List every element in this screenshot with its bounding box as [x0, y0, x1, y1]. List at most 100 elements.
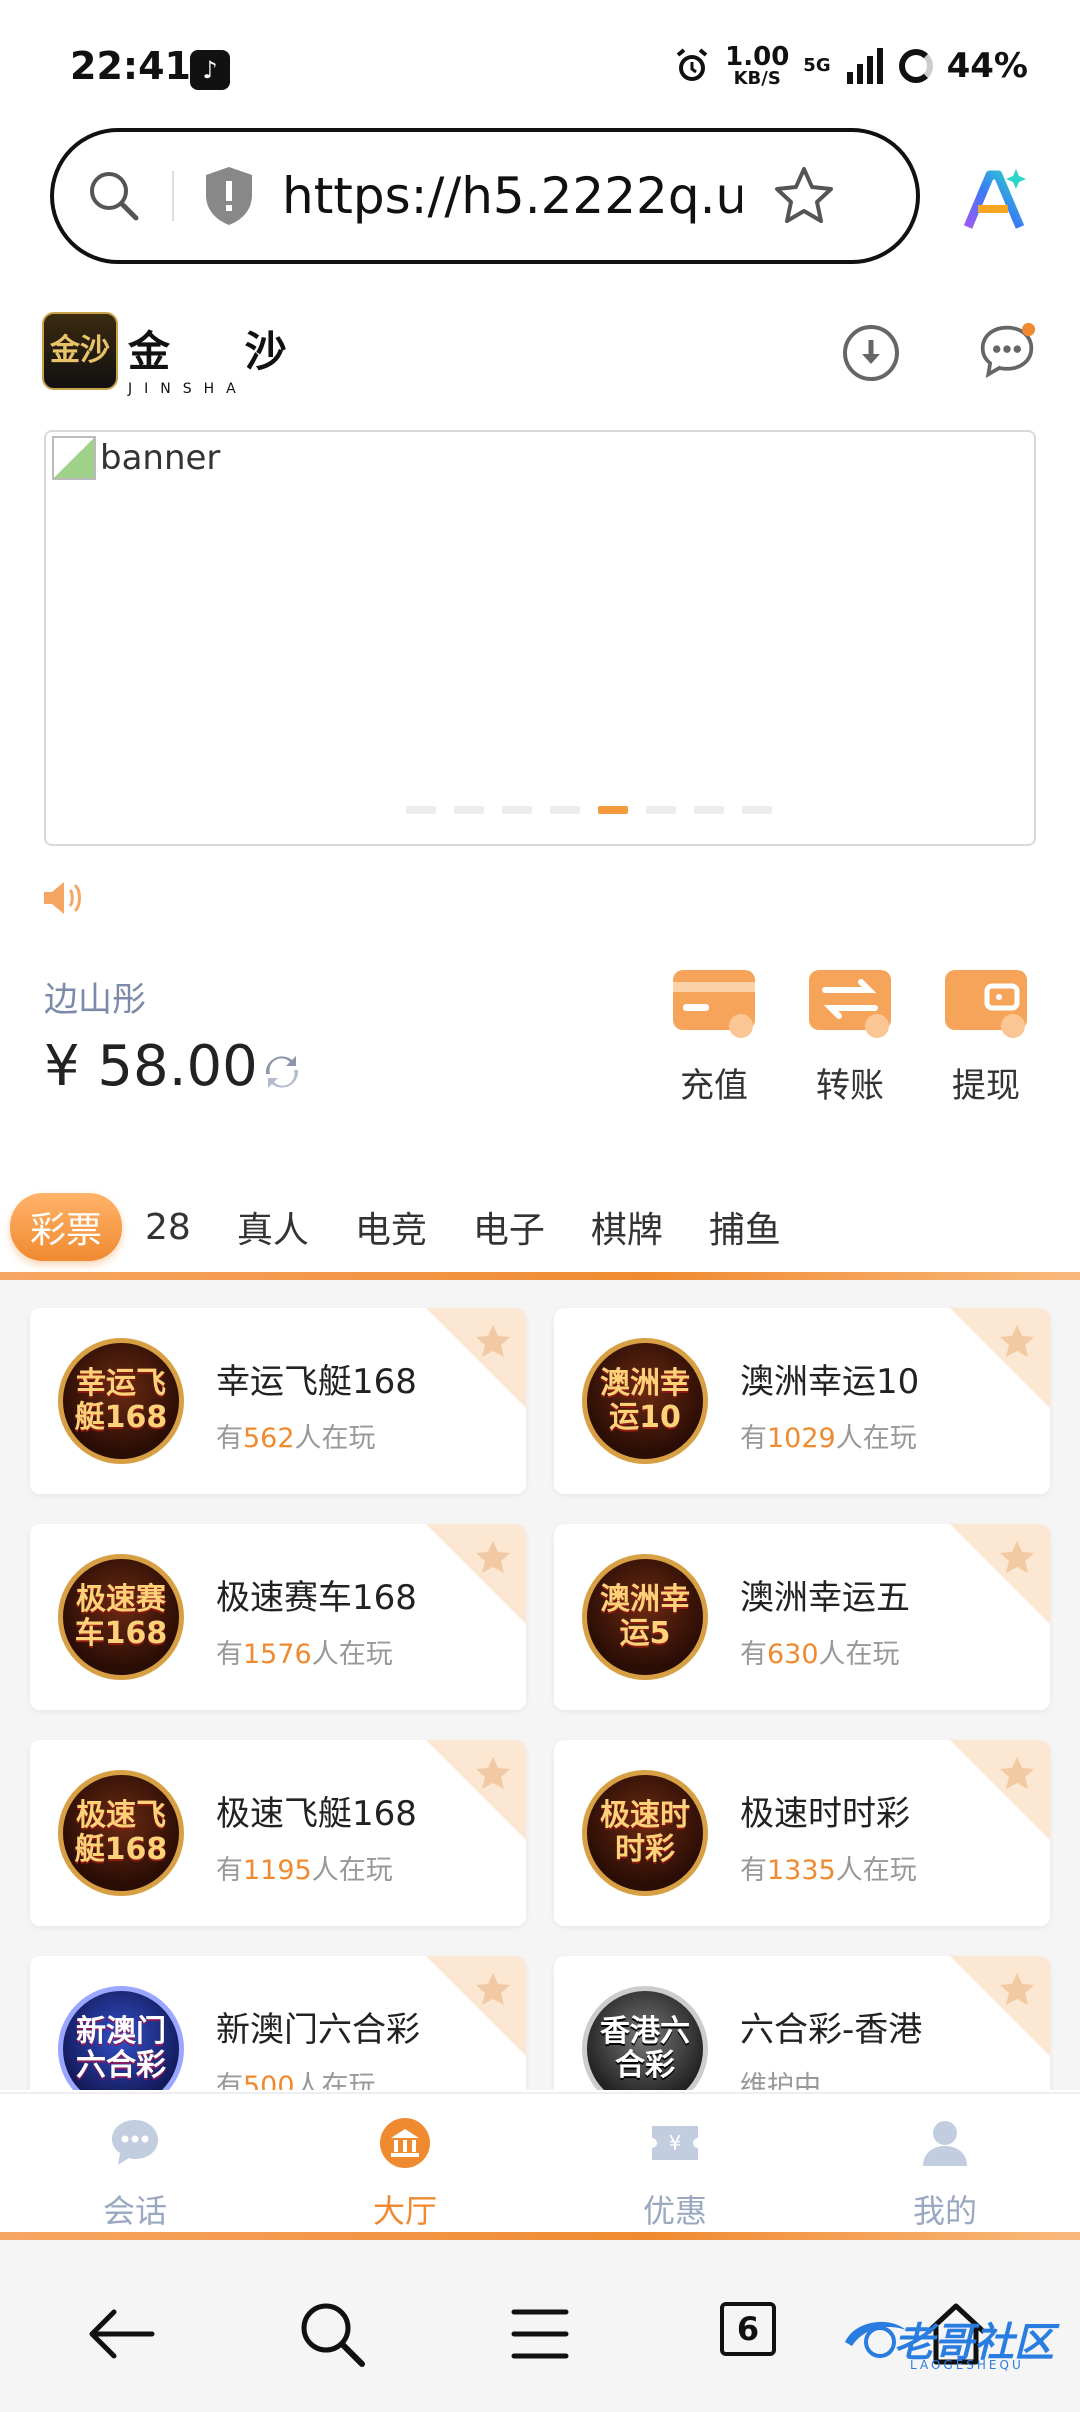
tabs-count-button[interactable]: 6 — [720, 2302, 776, 2356]
brand-name-cn: 金 沙 — [128, 327, 317, 376]
favorite-star-icon[interactable] — [474, 1322, 512, 1360]
nav-hall[interactable]: 大厅 — [270, 2094, 540, 2234]
game-icon: 极速赛车168 — [58, 1554, 184, 1680]
tab-lottery[interactable]: 彩票 — [10, 1193, 123, 1261]
game-card[interactable]: 澳洲幸运5 澳洲幸运五 有630人在玩 — [554, 1524, 1050, 1710]
nav-chat[interactable]: 会话 — [0, 2094, 270, 2234]
tab-live[interactable]: 真人 — [214, 1201, 332, 1253]
site-watermark: 老哥社区 LAOGESHEQU — [840, 2306, 1070, 2376]
player-count: 有500人在玩 — [216, 2071, 376, 2090]
transfer-button[interactable]: 转账 — [800, 966, 900, 1107]
player-count: 有562人在玩 — [216, 1423, 376, 1454]
game-icon: 极速飞艇168 — [58, 1770, 184, 1896]
alarm-icon — [676, 48, 708, 81]
user-icon — [923, 2121, 967, 2166]
security-shield-icon[interactable] — [202, 165, 256, 227]
game-card[interactable]: 幸运飞艇168 幸运飞艇168 有562人在玩 — [30, 1308, 526, 1494]
message-icon[interactable] — [978, 322, 1036, 380]
game-name: 新澳门六合彩 — [216, 2010, 420, 2050]
ai-assistant-icon[interactable] — [960, 165, 1030, 235]
game-name: 六合彩-香港 — [740, 2010, 923, 2050]
game-icon: 幸运飞艇168 — [58, 1338, 184, 1464]
nav-profile[interactable]: 我的 — [810, 2094, 1080, 2234]
game-card[interactable]: 新澳门六合彩 新澳门六合彩 有500人在玩 — [30, 1956, 526, 2090]
balance-amount: ¥ 58.00 — [44, 1034, 258, 1099]
withdraw-button[interactable]: 提现 — [936, 966, 1036, 1107]
hall-icon — [380, 2118, 430, 2168]
status-icons: 1.00 KB/S 5G 44% — [673, 44, 1028, 88]
brand-name-en: JINSHA — [128, 381, 248, 397]
chat-icon — [112, 2120, 158, 2165]
carousel-indicators — [406, 806, 772, 814]
favorite-star-icon[interactable] — [998, 1322, 1036, 1360]
game-list: 幸运飞艇168 幸运飞艇168 有562人在玩 澳洲幸运10 澳洲幸运10 有1… — [0, 1280, 1080, 2090]
carousel-dot[interactable] — [454, 806, 484, 814]
game-card[interactable]: 澳洲幸运10 澳洲幸运10 有1029人在玩 — [554, 1308, 1050, 1494]
nav-promotions[interactable]: ¥ 优惠 — [540, 2094, 810, 2234]
signal-icon — [846, 48, 883, 84]
deposit-button[interactable]: 充值 — [664, 966, 764, 1107]
carousel-dot[interactable] — [502, 806, 532, 814]
search-icon[interactable] — [296, 2298, 368, 2370]
bottom-nav: 会话 大厅 ¥ 优惠 我的 — [0, 2092, 1080, 2234]
browser-toolbar: 6 老哥社区 LAOGESHEQU — [0, 2240, 1080, 2412]
battery-icon — [898, 49, 933, 83]
tab-slots[interactable]: 电子 — [450, 1201, 568, 1253]
bookmark-star-icon[interactable] — [772, 164, 836, 228]
favorite-star-icon[interactable] — [474, 1754, 512, 1792]
brand-logo: 金沙 — [42, 312, 118, 390]
carousel-dot[interactable] — [406, 806, 436, 814]
game-card[interactable]: 极速时时彩 极速时时彩 有1335人在玩 — [554, 1740, 1050, 1926]
refresh-balance-icon[interactable] — [262, 1052, 302, 1092]
tab-28[interactable]: 28 — [122, 1207, 214, 1248]
banner-carousel[interactable]: banner — [44, 430, 1036, 846]
maintenance-status: 维护中 — [740, 2071, 821, 2090]
tab-fishing[interactable]: 捕鱼 — [686, 1201, 804, 1253]
game-icon: 澳洲幸运10 — [582, 1338, 708, 1464]
favorite-star-icon[interactable] — [998, 1754, 1036, 1792]
divider — [172, 171, 174, 221]
download-icon[interactable] — [842, 324, 900, 382]
favorite-star-icon[interactable] — [474, 1970, 512, 2008]
carousel-dot[interactable] — [646, 806, 676, 814]
svg-text:¥: ¥ — [669, 2131, 682, 2155]
player-count: 有1576人在玩 — [216, 1639, 393, 1670]
carousel-dot[interactable] — [694, 806, 724, 814]
favorite-star-icon[interactable] — [998, 1970, 1036, 2008]
announcement-speaker-icon[interactable] — [40, 878, 84, 918]
url-text[interactable]: https://h5.2222q.us... — [282, 167, 742, 225]
carousel-dot[interactable] — [550, 806, 580, 814]
game-card[interactable]: 极速飞艇168 极速飞艇168 有1195人在玩 — [30, 1740, 526, 1926]
carousel-dot[interactable] — [742, 806, 772, 814]
deposit-card-icon — [673, 970, 755, 1038]
category-tabs: 彩票 28 真人 电竞 电子 棋牌 捕鱼 — [10, 1193, 804, 1261]
coupon-icon: ¥ — [652, 2126, 698, 2160]
status-bar: 22:41 ♪ 1.00 KB/S 5G 44% — [0, 0, 1080, 120]
transfer-icon — [809, 970, 891, 1038]
game-name: 极速飞艇168 — [216, 1794, 417, 1834]
tab-esports[interactable]: 电竞 — [332, 1201, 450, 1253]
menu-icon[interactable] — [504, 2298, 576, 2370]
game-icon: 香港六合彩 — [582, 1986, 708, 2090]
player-count: 有1195人在玩 — [216, 1855, 393, 1886]
back-arrow-icon[interactable] — [86, 2298, 158, 2370]
game-card[interactable]: 极速赛车168 极速赛车168 有1576人在玩 — [30, 1524, 526, 1710]
brand-name: 金 沙 JINSHA — [128, 318, 317, 397]
game-name: 澳洲幸运五 — [740, 1578, 910, 1618]
watermark-subtext: LAOGESHEQU — [910, 2358, 1024, 2372]
broken-image-icon — [52, 436, 96, 480]
game-name: 极速赛车168 — [216, 1578, 417, 1618]
tab-cards[interactable]: 棋牌 — [568, 1201, 686, 1253]
favorite-star-icon[interactable] — [474, 1538, 512, 1576]
battery-level: 44% — [946, 46, 1028, 86]
address-bar[interactable]: https://h5.2222q.us... — [50, 128, 920, 264]
carousel-dot-active[interactable] — [598, 806, 628, 814]
game-card[interactable]: 香港六合彩 六合彩-香港 维护中 — [554, 1956, 1050, 2090]
player-count: 有1029人在玩 — [740, 1423, 917, 1454]
favorite-star-icon[interactable] — [998, 1538, 1036, 1576]
status-time: 22:41 — [70, 44, 191, 88]
search-icon[interactable] — [84, 166, 144, 226]
network-speed: 1.00 KB/S — [725, 42, 790, 89]
username: 边山彤 — [44, 980, 146, 1020]
game-icon: 新澳门六合彩 — [58, 1986, 184, 2090]
